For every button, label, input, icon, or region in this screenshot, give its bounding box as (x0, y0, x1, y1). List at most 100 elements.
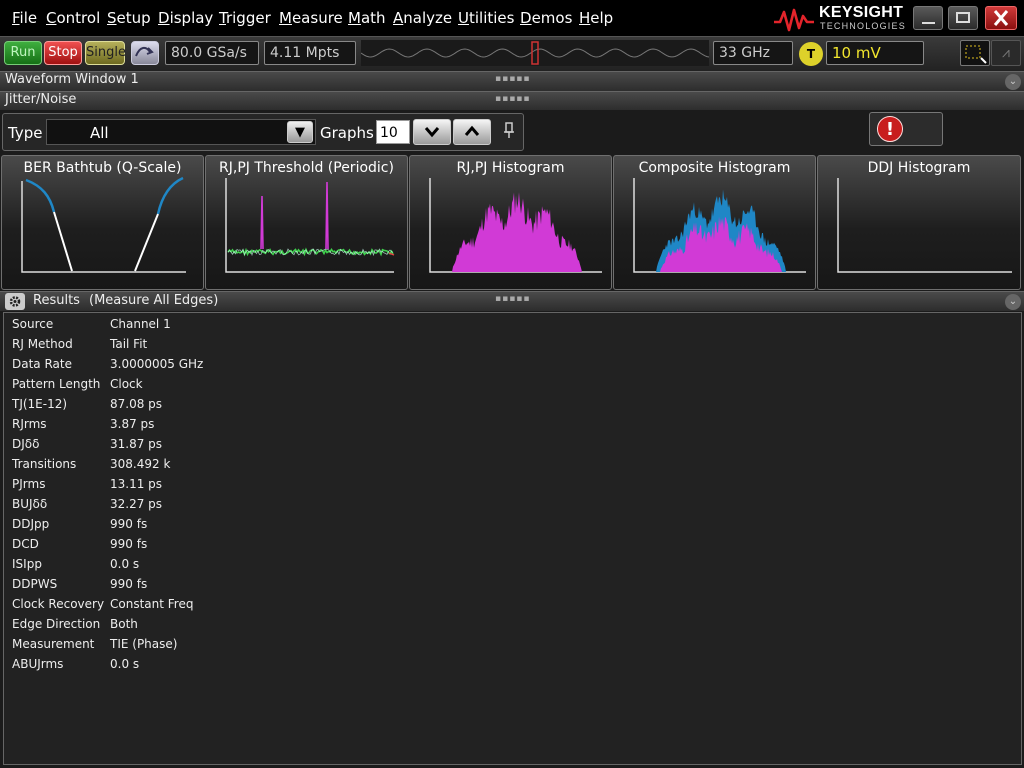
menu-label: nalyze (403, 9, 453, 27)
menu-measure[interactable]: Measure (279, 9, 343, 27)
menu-utilities[interactable]: Utilities (458, 9, 514, 27)
menu-label: emos (531, 9, 573, 27)
menu-label: ile (19, 9, 38, 27)
menu-mnemonic: M (348, 9, 361, 27)
composite-histogram-plot (633, 178, 806, 273)
menu-display[interactable]: Display (158, 9, 213, 27)
menu-mnemonic: H (579, 9, 591, 27)
brand-name: KEYSIGHT (819, 4, 904, 21)
result-label: Source (12, 317, 54, 331)
result-label: Measurement (12, 637, 95, 651)
result-value: 31.87 ps (110, 437, 163, 451)
chevron-down-icon (424, 127, 440, 138)
results-title: Results (33, 293, 80, 308)
menu-label: ath (360, 9, 386, 27)
result-label: ABUJrms (12, 657, 64, 671)
menu-label: isplay (169, 9, 214, 27)
sample-rate-readout[interactable]: 80.0 GSa/s (165, 41, 259, 65)
type-select-value[interactable]: All (90, 124, 109, 142)
results-header[interactable]: Results (Measure All Edges) ▪▪▪▪▪ ⌄ (0, 291, 1024, 311)
result-value: Channel 1 (110, 317, 171, 331)
menu-trigger[interactable]: Trigger (219, 9, 271, 27)
close-button[interactable] (985, 6, 1017, 30)
menu-mnemonic: A (393, 9, 404, 27)
gear-icon[interactable] (5, 293, 25, 310)
autoscale-icon (135, 46, 154, 57)
result-label: DDPWS (12, 577, 58, 591)
trigger-badge[interactable]: T (799, 42, 823, 66)
menu-control[interactable]: Control (46, 9, 100, 27)
autoscale-button[interactable] (131, 41, 159, 65)
ddj-histogram-plot (837, 178, 1012, 273)
result-value: 990 fs (110, 577, 148, 591)
menu-demos[interactable]: Demos (520, 9, 572, 27)
close-icon (993, 10, 1009, 26)
restore-icon (956, 12, 970, 23)
result-label: TJ(1E-12) (12, 397, 68, 411)
run-button[interactable]: Run (4, 41, 42, 65)
graphs-count-input[interactable]: 10 (376, 120, 410, 144)
menu-math[interactable]: Math (348, 9, 386, 27)
graph-rjpj-histogram[interactable]: RJ,PJ Histogram (409, 155, 612, 290)
result-label: BUJδδ (12, 497, 48, 511)
graph-ber-bathtub[interactable]: BER Bathtub (Q-Scale) (1, 155, 204, 290)
minimize-icon (922, 22, 935, 24)
graph-composite-histogram[interactable]: Composite Histogram (613, 155, 816, 290)
result-value: 3.0000005 GHz (110, 357, 204, 371)
jitter-noise-header[interactable]: Jitter/Noise ▪▪▪▪▪ (0, 91, 1024, 110)
drag-grip-icon[interactable]: ▪▪▪▪▪ (495, 94, 531, 104)
drag-grip-icon[interactable]: ▪▪▪▪▪ (495, 74, 531, 84)
result-label: Clock Recovery (12, 597, 105, 611)
result-value: 13.11 ps (110, 477, 163, 491)
menu-label: etup (116, 9, 151, 27)
graphs-increment-button[interactable] (453, 119, 491, 145)
menu-label: easure (291, 9, 343, 27)
bandwidth-readout[interactable]: 33 GHz (713, 41, 793, 65)
result-label: DDJpp (12, 517, 50, 531)
type-select[interactable] (46, 119, 316, 145)
timebase-overview[interactable] (361, 40, 709, 66)
menu-file[interactable]: File (12, 9, 37, 27)
menu-mnemonic: D (158, 9, 170, 27)
collapse-chevron-icon[interactable]: ⌄ (1005, 74, 1021, 90)
result-label: PJrms (12, 477, 46, 491)
menu-label: ontrol (56, 9, 101, 27)
menu-analyze[interactable]: Analyze (393, 9, 452, 27)
graphs-decrement-button[interactable] (413, 119, 451, 145)
menu-setup[interactable]: Setup (107, 9, 151, 27)
minimize-button[interactable] (913, 6, 943, 30)
result-label: Pattern Length (12, 377, 101, 391)
measure-tool-icon[interactable]: ⩘ (991, 40, 1021, 66)
result-label: RJrms (12, 417, 47, 431)
single-button[interactable]: Single (85, 41, 126, 65)
error-alert-icon[interactable]: ! (877, 116, 903, 142)
menu-mnemonic: S (107, 9, 117, 27)
menu-help[interactable]: Help (579, 9, 613, 27)
graph-rjpj-threshold[interactable]: RJ,PJ Threshold (Periodic) (205, 155, 408, 290)
graph-ddj-histogram[interactable]: DDJ Histogram (817, 155, 1021, 290)
waveform-window-title: Waveform Window 1 (5, 72, 139, 87)
pin-icon[interactable] (500, 121, 518, 141)
collapse-chevron-icon[interactable]: ⌄ (1005, 294, 1021, 310)
result-label: Transitions (12, 457, 77, 471)
result-value: 0.0 s (110, 657, 140, 671)
graphs-label: Graphs (320, 124, 374, 142)
rjpj-threshold-plot (225, 178, 395, 273)
result-label: RJ Method (12, 337, 73, 351)
stop-button[interactable]: Stop (44, 41, 82, 65)
drag-grip-icon[interactable]: ▪▪▪▪▪ (495, 294, 531, 304)
result-value: TIE (Phase) (110, 637, 178, 651)
restore-button[interactable] (948, 6, 978, 30)
ber-bathtub-plot (21, 176, 186, 273)
result-value: 32.27 ps (110, 497, 163, 511)
keysight-wave-icon (774, 8, 814, 32)
menu-mnemonic: T (219, 9, 226, 27)
chevron-down-icon[interactable]: ▼ (287, 121, 313, 143)
memory-depth-readout[interactable]: 4.11 Mpts (264, 41, 356, 65)
zoom-box-tool-icon[interactable] (960, 40, 990, 66)
results-table (3, 312, 1022, 765)
result-value: 3.87 ps (110, 417, 155, 431)
trigger-level-readout[interactable]: 10 mV (826, 41, 924, 65)
waveform-window-header[interactable]: Waveform Window 1 ▪▪▪▪▪ ⌄ (0, 71, 1024, 91)
result-value: 87.08 ps (110, 397, 163, 411)
